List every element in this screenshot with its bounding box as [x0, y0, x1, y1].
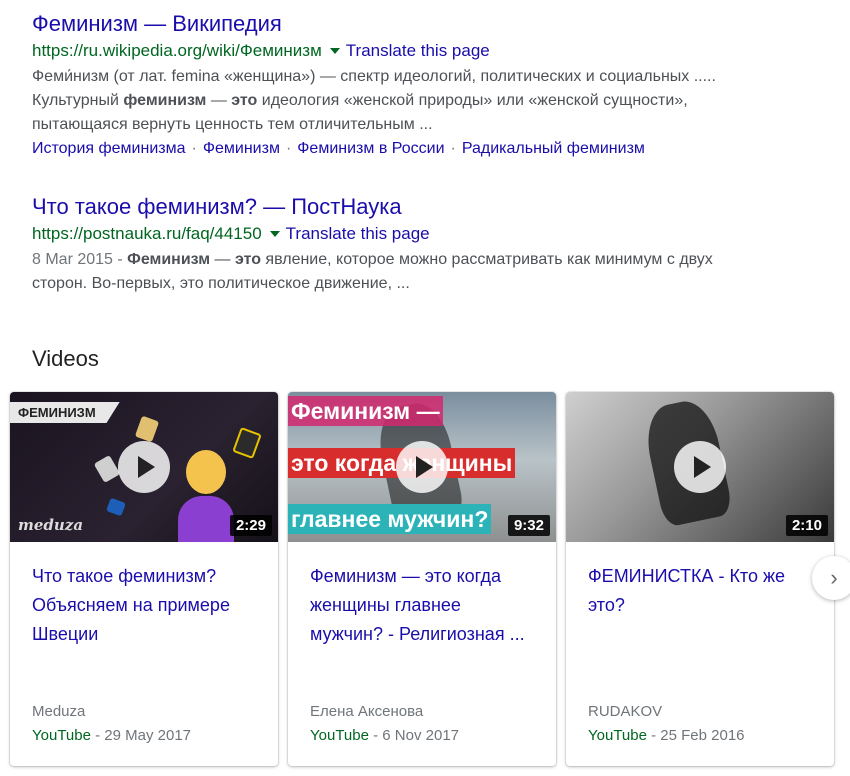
- play-icon[interactable]: [118, 441, 170, 493]
- play-icon[interactable]: [674, 441, 726, 493]
- float-decoration: [93, 454, 121, 484]
- snippet-text: Культурный: [32, 92, 124, 109]
- sitelink-history[interactable]: История феминизма: [32, 140, 186, 157]
- sitelink-russia[interactable]: Феминизм в России: [297, 140, 444, 157]
- video-date: - 29 May 2017: [90, 727, 192, 744]
- snippet-bold: это: [234, 251, 261, 268]
- video-card[interactable]: ФЕМИНИЗМ meduza 2:29 Что такое феминизм?…: [10, 392, 278, 766]
- snippet-line: Культурный феминизм — это идеология «жен…: [32, 89, 832, 113]
- chevron-right-icon: ›: [830, 565, 838, 590]
- url-dropdown-caret-icon[interactable]: [269, 230, 280, 237]
- video-channel: RUDAKOV: [588, 703, 663, 720]
- thumbnail-overlay-text: главнее мужчин?: [288, 504, 492, 534]
- video-meta: Елена Аксенова YouTube - 6 Nov 2017: [310, 700, 459, 748]
- search-result-wikipedia: Феминизм — Википедия https://ru.wikipedi…: [32, 10, 832, 161]
- snippet-text: явление, которое можно рассматривать как…: [260, 251, 713, 268]
- result-url: https://ru.wikipedia.org/wiki/Феминизм: [32, 41, 322, 60]
- sitelink-separator: ·: [191, 140, 197, 157]
- url-dropdown-caret-icon[interactable]: [329, 47, 340, 54]
- snippet-bold: Феминизм: [127, 251, 211, 268]
- result-url: https://postnauka.ru/faq/44150: [32, 224, 262, 243]
- video-title[interactable]: Что такое феминизм? Объясняем на примере…: [32, 562, 258, 649]
- videos-heading: Videos: [32, 346, 99, 371]
- snippet-text: —: [210, 251, 235, 268]
- thumbnail-badge: ФЕМИНИЗМ: [10, 402, 120, 423]
- play-icon[interactable]: [396, 441, 448, 493]
- float-decoration: [232, 427, 262, 459]
- video-date: - 6 Nov 2017: [368, 727, 460, 744]
- video-card-body: Что такое феминизм? Объясняем на примере…: [10, 542, 278, 692]
- thumbnail-overlay-text: Феминизм —: [288, 396, 443, 426]
- result-title-link[interactable]: Феминизм — Википедия: [32, 10, 832, 38]
- video-thumbnail[interactable]: Феминизм — это когда женщины главнее муж…: [288, 392, 556, 542]
- video-card[interactable]: Феминизм — это когда женщины главнее муж…: [288, 392, 556, 766]
- video-source: YouTube: [32, 727, 91, 744]
- result-url-line: https://postnauka.ru/faq/44150 Translate …: [32, 223, 832, 245]
- carousel-next-button[interactable]: ›: [812, 556, 850, 600]
- snippet-line: пытающаяся вернуть ценность тем отличите…: [32, 116, 433, 133]
- video-duration: 9:32: [507, 515, 550, 536]
- sitelinks: История феминизма · Феминизм · Феминизм в Ро…: [32, 137, 832, 161]
- thumbnail-watermark: meduza: [18, 516, 84, 534]
- result-date: 8 Mar 2015 -: [32, 251, 128, 268]
- result-snippet: Феми́низм (от лат. femina «женщина») — с…: [32, 65, 832, 137]
- translate-link[interactable]: Translate this page: [286, 224, 430, 243]
- video-source: YouTube: [588, 727, 647, 744]
- video-title[interactable]: ФЕМИНИСТКА - Кто же это?: [588, 562, 814, 620]
- snippet-text: —: [206, 92, 232, 109]
- snippet-line: Феми́низм (от лат. femina «женщина») — с…: [32, 68, 716, 85]
- snippet-bold: феминизм: [123, 92, 207, 109]
- translate-link[interactable]: Translate this page: [346, 41, 490, 60]
- search-result-postnauka: Что такое феминизм? — ПостНаука https://…: [32, 193, 832, 296]
- video-thumbnail[interactable]: ФЕМИНИЗМ meduza 2:29: [10, 392, 278, 542]
- snippet-text: идеология «женской природы» или «женской…: [257, 92, 688, 109]
- video-channel: Meduza: [32, 703, 86, 720]
- video-duration: 2:29: [229, 515, 272, 536]
- sitelink-separator: ·: [285, 140, 292, 157]
- result-url-line: https://ru.wikipedia.org/wiki/Феминизм Tr…: [32, 40, 832, 62]
- snippet-line: сторон. Во-первых, это политическое движ…: [32, 275, 410, 292]
- video-thumbnail[interactable]: 2:10: [566, 392, 834, 542]
- sitelink-separator: ·: [450, 140, 456, 157]
- result-snippet: 8 Mar 2015 - Феминизм — это явление, кот…: [32, 248, 832, 296]
- video-meta: RUDAKOV YouTube - 25 Feb 2016: [588, 700, 745, 748]
- video-source: YouTube: [310, 727, 369, 744]
- video-card-body: ФЕМИНИСТКА - Кто же это?: [566, 542, 834, 692]
- sitelink-radical[interactable]: Радикальный феминизм: [462, 140, 645, 157]
- video-title[interactable]: Феминизм — это когда женщины главнее муж…: [310, 562, 536, 649]
- snippet-bold: это: [231, 92, 258, 109]
- video-meta: Meduza YouTube - 29 May 2017: [32, 700, 191, 748]
- result-title-link[interactable]: Что такое феминизм? — ПостНаука: [32, 193, 832, 221]
- emoji-person-icon: [178, 450, 234, 542]
- video-duration: 2:10: [785, 515, 828, 536]
- video-card[interactable]: 2:10 ФЕМИНИСТКА - Кто же это? RUDAKOV Yo…: [566, 392, 834, 766]
- snippet-line: 8 Mar 2015 - Феминизм — это явление, кот…: [32, 248, 832, 272]
- sitelink-feminism[interactable]: Феминизм: [203, 140, 280, 157]
- video-channel: Елена Аксенова: [310, 703, 424, 720]
- video-date: - 25 Feb 2016: [646, 727, 745, 744]
- float-decoration: [106, 497, 126, 517]
- float-decoration: [134, 415, 160, 443]
- video-card-body: Феминизм — это когда женщины главнее муж…: [288, 542, 556, 692]
